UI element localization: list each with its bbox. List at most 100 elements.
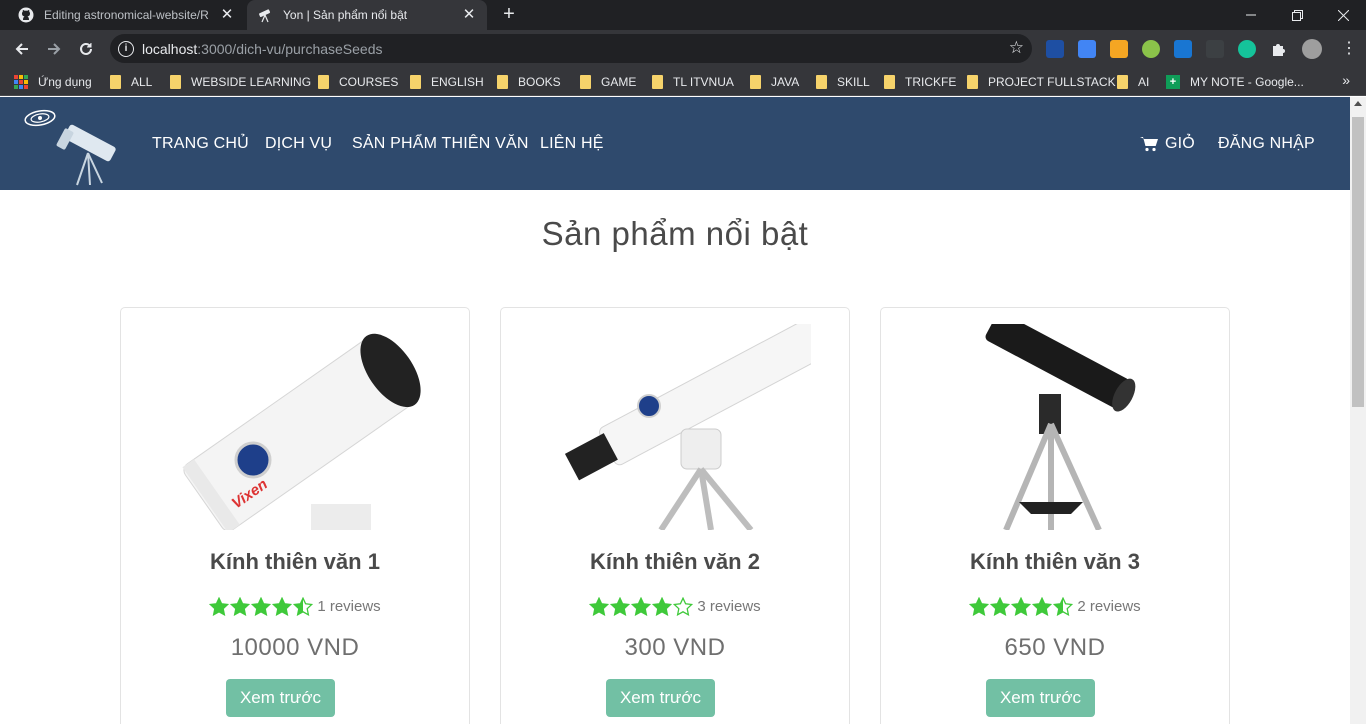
rating-stars — [589, 597, 694, 616]
bookmark-folder[interactable]: ENGLISH — [410, 72, 484, 92]
section-title: Sản phẩm nổi bật — [541, 215, 809, 252]
back-arrow-icon[interactable] — [10, 37, 34, 61]
star-full-icon — [990, 597, 1011, 616]
bookmark-folder[interactable]: SKILL — [816, 72, 870, 92]
product-name[interactable]: Kính thiên văn 1 — [121, 549, 469, 575]
extension-green-icon[interactable] — [1142, 40, 1160, 58]
star-full-icon — [230, 597, 251, 616]
scroll-up-arrow-icon[interactable] — [1354, 101, 1362, 106]
bookmark-my-note[interactable]: + MY NOTE - Google... — [1166, 72, 1304, 92]
apps-grid-icon — [14, 75, 28, 89]
preview-button[interactable]: Xem trước — [606, 679, 715, 717]
nav-link-home[interactable]: TRANG CHỦ — [152, 135, 249, 153]
folder-icon — [816, 75, 827, 89]
restore-icon[interactable] — [1274, 0, 1320, 30]
telescope-favicon-icon — [257, 7, 273, 23]
star-full-icon — [209, 597, 230, 616]
close-window-icon[interactable] — [1320, 0, 1366, 30]
product-price: 650 VND — [1004, 634, 1106, 661]
folder-icon — [170, 75, 181, 89]
telescope-logo[interactable] — [22, 105, 122, 187]
product-card[interactable]: Kính thiên văn 3 2 reviews 650 VND Xem t… — [880, 307, 1230, 724]
bookmark-folder[interactable]: AI — [1117, 72, 1149, 92]
forward-arrow-icon[interactable] — [42, 37, 66, 61]
tab-github-editing[interactable]: Editing astronomical-website/RE ✕ — [8, 0, 245, 30]
close-tab-icon[interactable]: ✕ — [461, 7, 477, 23]
bookmark-folder[interactable]: TRICKFE — [884, 72, 956, 92]
star-full-icon — [589, 597, 610, 616]
star-full-icon — [969, 597, 990, 616]
browser-tab-strip: Editing astronomical-website/RE ✕ Yon | … — [0, 0, 1366, 30]
profile-avatar[interactable] — [1302, 39, 1322, 59]
rating-stars — [969, 597, 1074, 616]
tab-yon-products[interactable]: Yon | Sản phẩm nổi bật ✕ — [247, 0, 487, 30]
star-full-icon — [631, 597, 652, 616]
product-image[interactable] — [541, 324, 811, 530]
bookmark-folder[interactable]: BOOKS — [497, 72, 561, 92]
folder-icon — [750, 75, 761, 89]
grammarly-icon[interactable] — [1238, 40, 1256, 58]
address-bar[interactable]: i localhost:3000/dich-vu/purchaseSeeds ☆ — [110, 34, 1032, 63]
nav-link-contact[interactable]: LIÊN HỆ — [540, 135, 604, 153]
site-info-icon[interactable]: i — [118, 40, 134, 57]
nav-link-login[interactable]: ĐĂNG NHẬP — [1218, 135, 1315, 153]
product-card[interactable]: Vixen Kính thiên văn 1 1 reviews 10000 V… — [120, 307, 470, 724]
google-sheets-icon: + — [1166, 75, 1180, 89]
bookmark-apps[interactable]: Ứng dụng — [14, 72, 92, 92]
product-name[interactable]: Kính thiên văn 2 — [501, 549, 849, 575]
tab-title: Editing astronomical-website/RE — [44, 8, 209, 22]
google-translate-icon[interactable] — [1078, 40, 1096, 58]
bookmark-folder[interactable]: WEBSIDE LEARNING — [170, 72, 311, 92]
minimize-icon[interactable] — [1228, 0, 1274, 30]
extension-s-icon[interactable] — [1174, 40, 1192, 58]
extension-orange-icon[interactable] — [1110, 40, 1128, 58]
bookmarks-overflow-icon[interactable]: » — [1342, 72, 1350, 88]
star-full-icon — [251, 597, 272, 616]
new-tab-button[interactable]: + — [498, 4, 520, 26]
bookmark-star-icon[interactable]: ☆ — [1009, 38, 1024, 58]
star-full-icon — [272, 597, 293, 616]
folder-icon — [497, 75, 508, 89]
folder-icon — [410, 75, 421, 89]
extension-j-icon[interactable] — [1046, 40, 1064, 58]
star-empty-icon — [673, 597, 694, 616]
page-scrollbar[interactable] — [1350, 97, 1366, 724]
preview-button[interactable]: Xem trước — [986, 679, 1095, 717]
bookmark-folder[interactable]: PROJECT FULLSTACK — [967, 72, 1116, 92]
review-count[interactable]: 3 reviews — [697, 598, 760, 615]
rating-stars — [209, 597, 314, 616]
tab-title: Yon | Sản phẩm nổi bật — [283, 8, 408, 22]
star-full-icon — [1011, 597, 1032, 616]
preview-button[interactable]: Xem trước — [226, 679, 335, 717]
nav-link-cart[interactable]: GIỎ — [1165, 135, 1195, 153]
bookmark-folder[interactable]: ALL — [110, 72, 152, 92]
review-count[interactable]: 1 reviews — [317, 598, 380, 615]
close-tab-icon[interactable]: ✕ — [219, 7, 235, 23]
cart-icon[interactable] — [1140, 136, 1158, 152]
product-rating: 2 reviews — [881, 597, 1229, 616]
nav-link-products[interactable]: SẢN PHẨM THIÊN VĂN — [352, 135, 529, 153]
folder-icon — [110, 75, 121, 89]
scrollbar-thumb[interactable] — [1352, 117, 1364, 407]
star-full-icon — [652, 597, 673, 616]
extension-pen-icon[interactable] — [1206, 40, 1224, 58]
product-price: 10000 VND — [230, 634, 360, 661]
bookmarks-bar: Ứng dụng ALL WEBSIDE LEARNING COURSES EN… — [0, 68, 1366, 96]
product-image[interactable] — [921, 324, 1191, 530]
extensions-puzzle-icon[interactable] — [1270, 40, 1288, 58]
review-count[interactable]: 2 reviews — [1077, 598, 1140, 615]
product-card[interactable]: Kính thiên văn 2 3 reviews 300 VND Xem t… — [500, 307, 850, 724]
product-name[interactable]: Kính thiên văn 3 — [881, 549, 1229, 575]
nav-link-services[interactable]: DỊCH VỤ — [265, 135, 332, 153]
browser-toolbar: i localhost:3000/dich-vu/purchaseSeeds ☆… — [0, 30, 1366, 68]
folder-icon — [580, 75, 591, 89]
bookmark-folder[interactable]: COURSES — [318, 72, 398, 92]
browser-menu-icon[interactable]: ⋮ — [1340, 40, 1358, 58]
bookmark-folder[interactable]: TL ITVNUA — [652, 72, 734, 92]
reload-icon[interactable] — [74, 37, 98, 61]
product-image[interactable]: Vixen — [161, 324, 431, 530]
bookmark-folder[interactable]: JAVA — [750, 72, 799, 92]
url-text: localhost:3000/dich-vu/purchaseSeeds — [142, 40, 383, 57]
folder-icon — [318, 75, 329, 89]
bookmark-folder[interactable]: GAME — [580, 72, 636, 92]
